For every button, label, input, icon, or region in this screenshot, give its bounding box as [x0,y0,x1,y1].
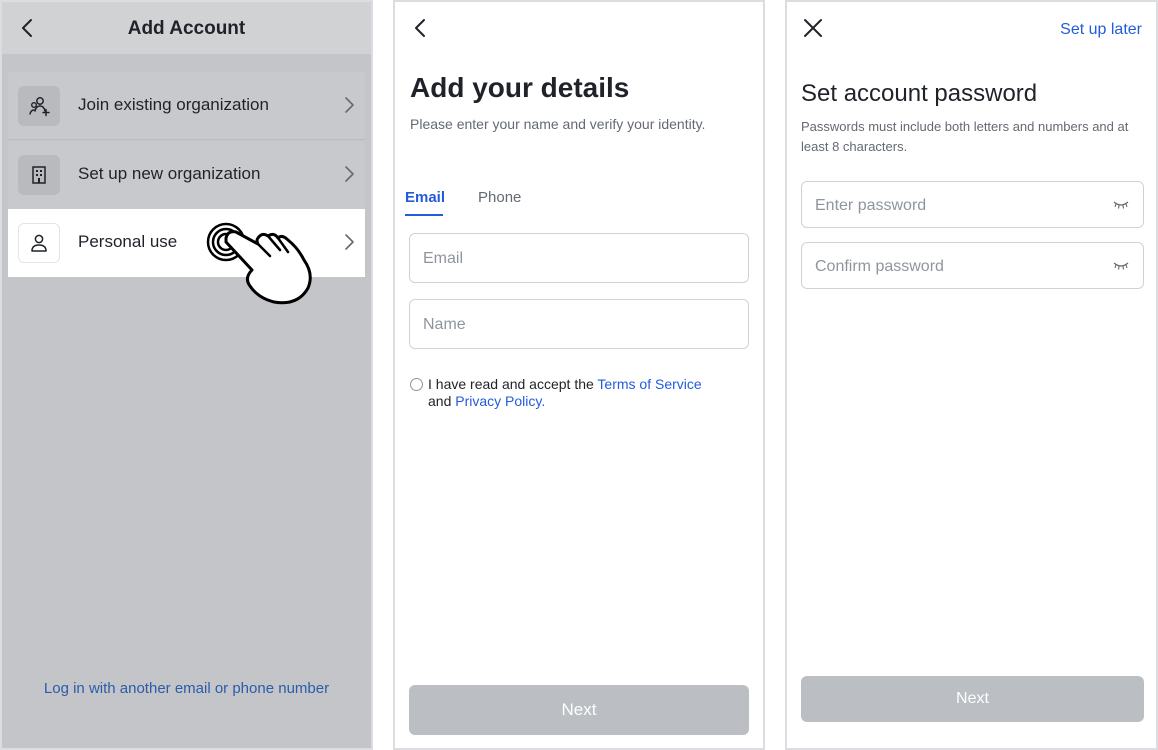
next-button[interactable]: Next [801,676,1144,722]
terms-middle: and [428,393,456,409]
person-icon [18,223,60,263]
page-subtitle: Please enter your name and verify your i… [410,116,706,132]
terms-of-service-link[interactable]: Terms of Service [597,376,701,392]
next-button[interactable]: Next [409,685,749,735]
add-people-icon [18,86,60,126]
back-arrow-icon[interactable] [409,16,433,40]
join-organization-item[interactable]: Join existing organization [8,72,365,140]
page-title: Add Account [127,18,246,39]
terms-radio[interactable] [410,378,423,391]
chevron-right-icon [345,97,354,113]
new-organization-item[interactable]: Set up new organization [8,141,365,209]
tab-phone[interactable]: Phone [478,189,521,206]
new-organization-label: Set up new organization [78,164,261,183]
chevron-right-icon [345,234,354,250]
chevron-right-icon [345,166,354,182]
active-tab-indicator [405,214,443,216]
add-details-screen: Add your details Please enter your name … [393,0,765,750]
eye-closed-icon[interactable] [1113,200,1129,210]
name-input[interactable]: Name [409,299,749,349]
confirm-password-input[interactable]: Confirm password [801,242,1144,289]
building-icon [18,155,60,195]
password-placeholder: Enter password [815,197,927,214]
name-placeholder: Name [423,316,466,333]
eye-closed-icon[interactable] [1113,261,1129,271]
add-account-screen: Add Account Join existing organization S… [0,0,373,750]
terms-text: I have read and accept the Terms of Serv… [428,376,738,410]
login-other-account-link[interactable]: Log in with another email or phone numbe… [2,680,371,697]
join-organization-label: Join existing organization [78,95,269,114]
page-title: Set account password [801,80,1038,107]
terms-suffix: . [541,393,546,409]
confirm-password-placeholder: Confirm password [815,258,944,275]
tab-email[interactable]: Email [405,189,445,206]
email-input[interactable]: Email [409,233,749,283]
set-password-screen: Set up later Set account password Passwo… [785,0,1158,750]
terms-prefix: I have read and accept the [428,376,598,392]
password-input[interactable]: Enter password [801,181,1144,228]
tap-gesture-icon [206,222,312,305]
set-up-later-link[interactable]: Set up later [1060,21,1142,39]
email-placeholder: Email [423,250,464,267]
page-subtitle: Passwords must include both letters and … [801,119,1129,154]
personal-use-label: Personal use [78,232,178,251]
privacy-policy-link[interactable]: Privacy Policy [455,393,541,409]
page-title: Add your details [410,72,630,103]
close-icon[interactable] [801,16,825,40]
